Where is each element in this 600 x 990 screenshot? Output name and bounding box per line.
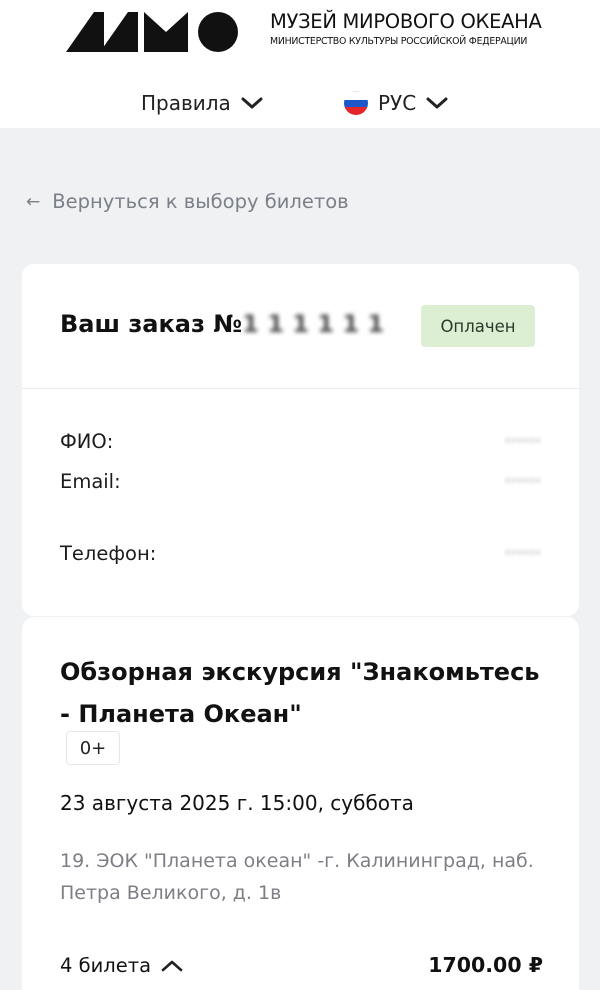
rules-dropdown[interactable]: Правила: [141, 86, 263, 120]
tickets-toggle[interactable]: 4 билета: [60, 954, 183, 977]
brand-subtitle: МИНИСТЕРСТВО КУЛЬТУРЫ РОССИЙСКОЙ ФЕДЕРАЦ…: [270, 36, 528, 47]
order-title-prefix: Ваш заказ №: [60, 310, 243, 338]
phone-label: Телефон:: [60, 542, 157, 565]
name-label: ФИО:: [60, 430, 114, 453]
rules-label: Правила: [141, 91, 231, 115]
chevron-down-icon: [426, 97, 448, 109]
museum-brand[interactable]: МУЗЕЙ МИРОВОГО ОКЕАНА МИНИСТЕРСТВО КУЛЬТ…: [270, 10, 596, 47]
order-number: 1 1 1 1 1 1: [242, 310, 385, 338]
mmo-logo-icon[interactable]: [66, 10, 240, 54]
email-label: Email:: [60, 470, 121, 493]
status-badge: Оплачен: [421, 305, 535, 347]
order-card: Ваш заказ №1 1 1 1 1 1 Оплачен ФИО: ····…: [22, 264, 579, 616]
top-bar: МУЗЕЙ МИРОВОГО ОКЕАНА МИНИСТЕРСТВО КУЛЬТ…: [0, 0, 600, 128]
chevron-down-icon: [241, 97, 263, 109]
event-card: Обзорная экскурсия "Знакомьтесь - Планет…: [22, 617, 579, 990]
phone-value: ······: [504, 542, 541, 564]
brand-title: МУЗЕЙ МИРОВОГО ОКЕАНА: [270, 10, 542, 33]
back-link-label: Вернуться к выбору билетов: [52, 190, 349, 213]
arrow-left-icon: ←: [26, 191, 41, 212]
name-value: ······: [504, 430, 541, 452]
age-rating-badge: 0+: [66, 731, 120, 765]
russian-flag-icon: [344, 91, 368, 115]
chevron-up-icon: [161, 960, 183, 971]
event-place: 19. ЭОК "Планета океан" -г. Калининград,…: [60, 850, 534, 904]
event-title: Обзорная экскурсия "Знакомьтесь - Планет…: [60, 658, 540, 728]
language-dropdown[interactable]: РУС: [344, 86, 448, 120]
email-value: ······: [504, 470, 541, 492]
tickets-count: 4 билета: [60, 954, 152, 977]
language-label: РУС: [378, 91, 417, 115]
event-datetime: 23 августа 2025 г. 15:00, суббота: [60, 791, 414, 815]
back-to-tickets-link[interactable]: ← Вернуться к выбору билетов: [26, 190, 349, 213]
order-title: Ваш заказ №1 1 1 1 1 1: [60, 310, 384, 338]
divider: [22, 388, 579, 389]
total-price: 1700.00 ₽: [428, 953, 543, 977]
